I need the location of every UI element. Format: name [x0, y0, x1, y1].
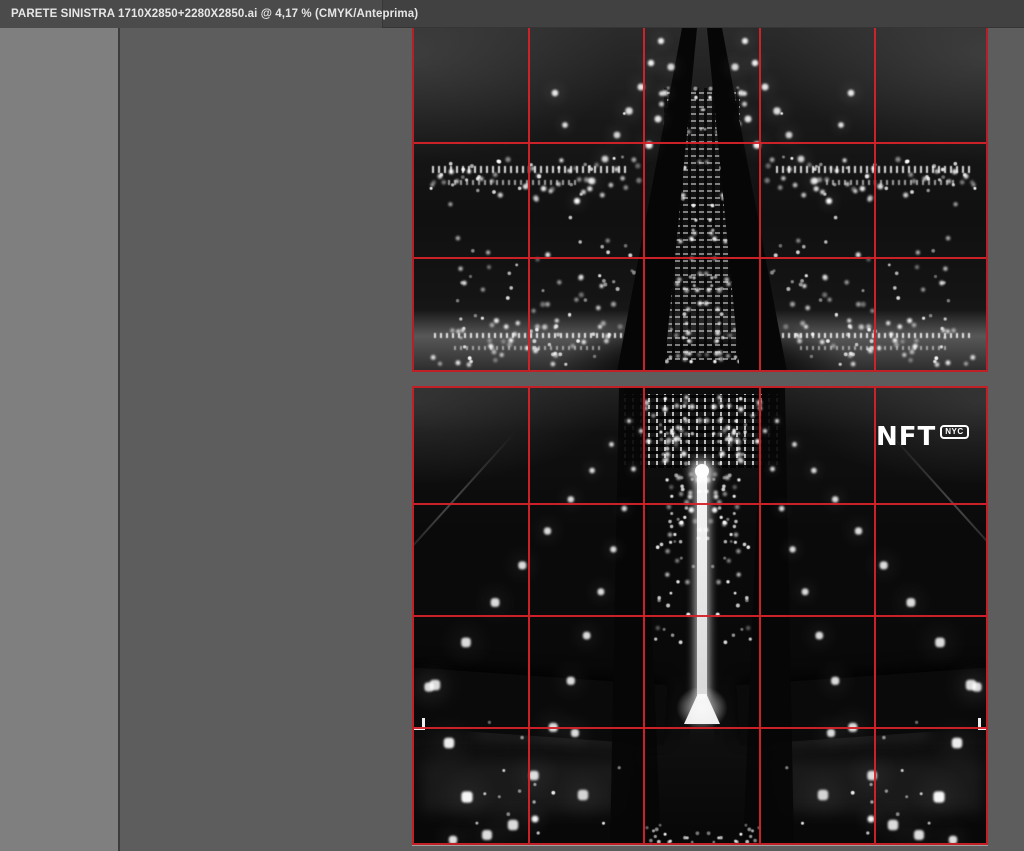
document-tab-bar: PARETE SINISTRA 1710X2850+2280X2850.ai @… — [0, 0, 1024, 28]
grid-line-horizontal — [414, 503, 986, 505]
cut-grid-lines — [414, 28, 986, 370]
grid-line-vertical — [528, 28, 530, 370]
grid-line-horizontal — [414, 615, 986, 617]
background-panel — [0, 0, 118, 851]
document-title: PARETE SINISTRA 1710X2850+2280X2850.ai @… — [11, 8, 418, 20]
grid-line-vertical — [874, 28, 876, 370]
grid-line-vertical — [759, 28, 761, 370]
cut-grid-lines — [414, 388, 986, 843]
illustrator-workspace: PARETE SINISTRA 1710X2850+2280X2850.ai @… — [0, 0, 1024, 851]
grid-line-vertical — [643, 28, 645, 370]
grid-line-horizontal — [414, 257, 986, 259]
artboard-top[interactable] — [412, 28, 988, 372]
grid-line-horizontal — [414, 727, 986, 729]
artboard-bottom-edge — [412, 845, 988, 846]
grid-line-horizontal — [414, 142, 986, 144]
artboard-bottom[interactable]: NFT NYC — [412, 386, 988, 845]
document-tab[interactable]: PARETE SINISTRA 1710X2850+2280X2850.ai @… — [0, 0, 383, 28]
